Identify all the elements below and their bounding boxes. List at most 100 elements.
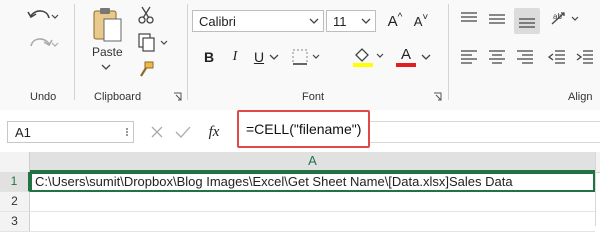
- increase-indent-icon: [576, 50, 593, 64]
- column-header-a[interactable]: A: [30, 152, 595, 172]
- highlight-color-swatch: [353, 63, 373, 67]
- group-label-font: Font: [302, 91, 325, 103]
- grow-font-glyph: A: [387, 12, 398, 30]
- name-box[interactable]: A1: [7, 121, 134, 143]
- checkmark-icon: [175, 126, 191, 138]
- increase-indent-button[interactable]: [574, 46, 596, 68]
- formula-input[interactable]: =CELL("filename"): [237, 110, 370, 148]
- svg-text:ab: ab: [553, 12, 562, 21]
- align-center-button[interactable]: [486, 46, 508, 68]
- font-color-glyph: A: [400, 46, 411, 63]
- align-bottom-button[interactable]: [514, 8, 540, 34]
- underline-button[interactable]: U: [250, 46, 268, 68]
- align-right-button[interactable]: [514, 46, 536, 68]
- cell-a2-value: [30, 194, 32, 209]
- copy-button[interactable]: [136, 32, 170, 54]
- paste-icon: [93, 8, 122, 42]
- ribbon: Undo Paste Clipboard Calibri 11 A ^ A ˅ …: [0, 0, 600, 110]
- group-label-alignment: Align: [568, 91, 593, 103]
- row-header-2[interactable]: 2: [0, 192, 30, 212]
- shrink-font-button[interactable]: A ˅: [410, 10, 432, 32]
- cut-button[interactable]: [136, 4, 156, 26]
- formula-value: =CELL("filename"): [246, 121, 362, 137]
- font-color-dropdown[interactable]: [420, 52, 432, 62]
- orientation-button[interactable]: ab: [548, 8, 584, 30]
- caret-down-icon: ˅: [422, 11, 429, 23]
- separator: [448, 4, 449, 100]
- chevron-down-icon: [101, 64, 111, 70]
- chevron-down-icon: [361, 14, 371, 33]
- align-left-button[interactable]: [458, 46, 480, 68]
- italic-button[interactable]: I: [226, 46, 244, 68]
- paste-label[interactable]: Paste: [92, 45, 123, 59]
- name-box-value: A1: [15, 125, 31, 140]
- paste-button[interactable]: [88, 4, 126, 44]
- close-icon: [151, 126, 163, 138]
- decrease-indent-button[interactable]: [546, 46, 568, 68]
- more-options-icon: [126, 128, 128, 136]
- undo-icon: [27, 10, 59, 19]
- align-left-icon: [461, 50, 477, 64]
- cell-a2[interactable]: [30, 192, 595, 212]
- font-name-value: Calibri: [199, 14, 236, 29]
- underline-glyph: U: [253, 49, 265, 65]
- paste-dropdown[interactable]: [100, 62, 112, 72]
- caret-up-icon: ^: [397, 11, 403, 23]
- name-box-dropdown[interactable]: [122, 126, 132, 138]
- cell-a3-value: [30, 214, 32, 229]
- align-top-icon: [461, 12, 477, 22]
- paintbrush-icon: [140, 61, 154, 77]
- cell-a1[interactable]: C:\Users\sumit\Dropbox\Blog Images\Excel…: [30, 172, 595, 192]
- align-middle-button[interactable]: [486, 8, 508, 30]
- borders-button[interactable]: [290, 46, 324, 68]
- format-painter-button[interactable]: [136, 58, 156, 80]
- cell-a1-value: C:\Users\sumit\Dropbox\Blog Images\Excel…: [35, 174, 513, 189]
- chevron-down-icon: [269, 54, 279, 60]
- formula-input-extension[interactable]: [370, 121, 600, 143]
- align-bottom-icon: [519, 18, 535, 28]
- italic-glyph: I: [232, 49, 238, 64]
- enter-button[interactable]: [172, 121, 194, 143]
- align-right-icon: [517, 50, 533, 64]
- decrease-indent-icon: [548, 50, 565, 64]
- undo-button[interactable]: [24, 6, 60, 28]
- column-divider: [595, 152, 596, 226]
- separator: [187, 4, 188, 100]
- cell-a3[interactable]: [30, 212, 595, 232]
- underline-dropdown[interactable]: [268, 52, 280, 62]
- row-header-3[interactable]: 3: [0, 212, 30, 232]
- align-middle-icon: [489, 14, 505, 24]
- group-label-clipboard: Clipboard: [94, 91, 142, 103]
- clipboard-launcher[interactable]: [172, 91, 182, 101]
- scissors-icon: [138, 6, 154, 24]
- font-size-value: 11: [333, 14, 347, 29]
- select-all-corner[interactable]: [0, 152, 30, 172]
- font-size-dropdown[interactable]: 11: [326, 10, 376, 32]
- dialog-launcher-icon: [433, 92, 441, 100]
- font-launcher[interactable]: [432, 91, 442, 101]
- text-orientation-icon: ab: [551, 12, 579, 25]
- copy-icon: [138, 33, 168, 52]
- borders-icon: [292, 49, 320, 65]
- chevron-down-icon: [309, 14, 319, 33]
- font-name-dropdown[interactable]: Calibri: [192, 10, 324, 32]
- group-label-undo: Undo: [30, 91, 57, 103]
- formula-buttons: fx: [144, 121, 238, 143]
- align-top-button[interactable]: [458, 8, 480, 30]
- font-color-swatch: [396, 63, 416, 67]
- insert-function-button[interactable]: fx: [202, 121, 226, 143]
- cancel-button[interactable]: [146, 121, 168, 143]
- fill-color-button[interactable]: [350, 44, 386, 70]
- align-center-icon: [489, 50, 505, 64]
- shrink-font-glyph: A: [413, 13, 423, 29]
- redo-button[interactable]: [24, 34, 60, 56]
- bold-button[interactable]: B: [200, 46, 218, 68]
- grow-font-button[interactable]: A ^: [384, 10, 406, 32]
- separator: [74, 4, 75, 100]
- bold-glyph: B: [203, 49, 215, 65]
- chevron-down-icon: [421, 54, 431, 60]
- row-header-1[interactable]: 1: [0, 172, 30, 192]
- dialog-launcher-icon: [173, 92, 181, 100]
- redo-icon: [30, 38, 59, 47]
- font-color-button[interactable]: A: [394, 44, 418, 70]
